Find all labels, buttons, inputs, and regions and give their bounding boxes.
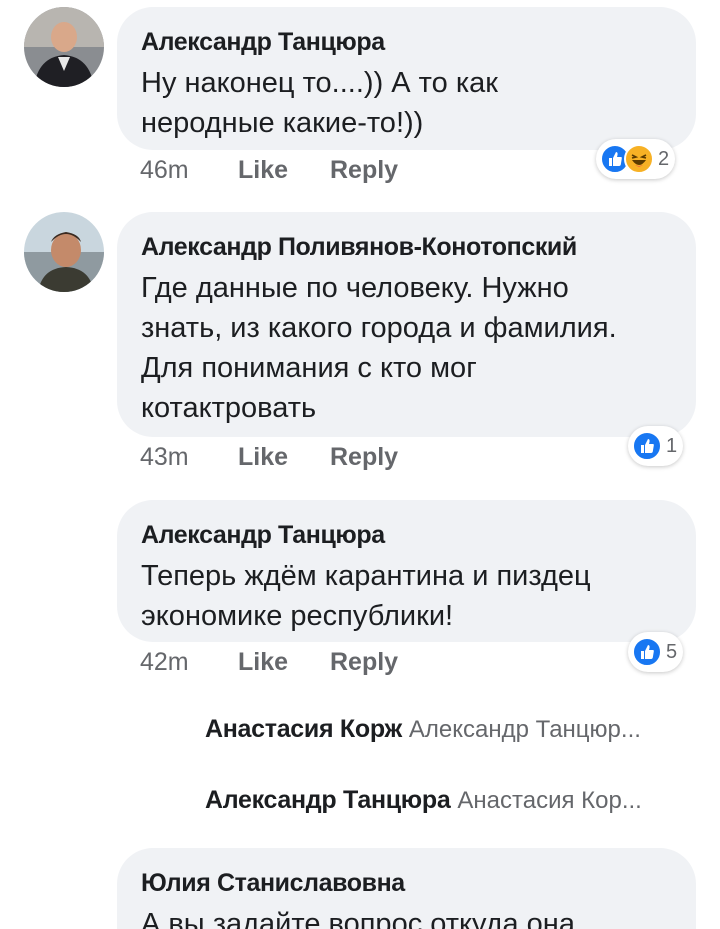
like-icon — [632, 431, 662, 461]
comment-time[interactable]: 46m — [140, 156, 189, 185]
comment-bubble: Александр Поливянов-Конотопский Где данн… — [117, 212, 696, 437]
reply-preview: Александр Танцюр... — [408, 716, 641, 743]
comment-author[interactable]: Александр Поливянов-Конотопский — [141, 232, 672, 262]
reply-author[interactable]: Анастасия Корж — [205, 715, 402, 743]
comment-author[interactable]: Александр Танцюра — [141, 520, 672, 550]
haha-icon — [624, 144, 654, 174]
like-icon — [632, 637, 662, 667]
like-button[interactable]: Like — [238, 443, 288, 472]
reply-button[interactable]: Reply — [330, 156, 398, 185]
reaction-count: 5 — [666, 640, 678, 663]
comment-text: Теперь ждём карантина и пиздец экономике… — [141, 560, 591, 632]
collapsed-reply[interactable]: Анастасия Корж Александр Танцюр... — [205, 715, 641, 744]
comment-text: А вы задайте вопрос откуда она — [141, 908, 575, 929]
reaction-count: 2 — [658, 147, 670, 170]
comment-time[interactable]: 43m — [140, 443, 189, 472]
comment-bubble: Александр Танцюра Ну наконец то....)) А … — [117, 7, 696, 150]
comment-bubble: Юлия Станиславовна А вы задайте вопрос о… — [117, 848, 696, 929]
avatar[interactable] — [24, 7, 104, 87]
comment-author[interactable]: Александр Танцюра — [141, 27, 672, 57]
reaction-count: 1 — [666, 434, 678, 457]
reply-button[interactable]: Reply — [330, 443, 398, 472]
like-button[interactable]: Like — [238, 156, 288, 185]
reply-button[interactable]: Reply — [330, 648, 398, 677]
reply-preview: Анастасия Кор... — [457, 787, 642, 814]
reaction-summary[interactable]: 1 — [628, 426, 684, 466]
collapsed-reply[interactable]: Александр Танцюра Анастасия Кор... — [205, 786, 642, 815]
comment-author[interactable]: Юлия Станиславовна — [141, 868, 672, 898]
comment-text: Ну наконец то....)) А то как неродные ка… — [141, 67, 498, 139]
avatar[interactable] — [24, 212, 104, 292]
comment-text: Где данные по человеку. Нужно знать, из … — [141, 272, 617, 424]
comment-bubble: Александр Танцюра Теперь ждём карантина … — [117, 500, 696, 642]
reaction-summary[interactable]: 2 — [596, 139, 676, 179]
reply-author[interactable]: Александр Танцюра — [205, 786, 451, 814]
comment-time[interactable]: 42m — [140, 648, 189, 677]
reaction-summary[interactable]: 5 — [628, 632, 684, 672]
like-button[interactable]: Like — [238, 648, 288, 677]
